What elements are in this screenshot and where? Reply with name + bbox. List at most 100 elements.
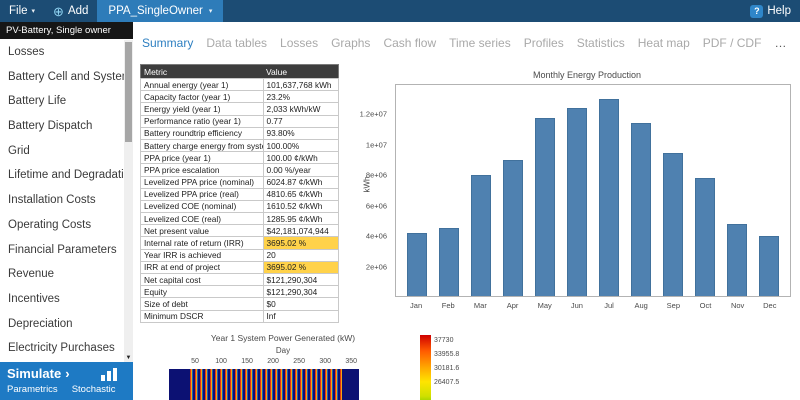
metrics-table-body: Annual energy (year 1) 101,637,768 kWh Cap…	[140, 77, 339, 323]
y-tick-label: 6e+06	[365, 201, 387, 211]
table-row: Battery roundtrip efficiency 93.80%	[140, 126, 339, 140]
sidebar-item-installation-costs[interactable]: Installation Costs	[0, 188, 124, 213]
y-tick-label: 8e+06	[365, 170, 387, 180]
sidebar-item-grid[interactable]: Grid	[0, 139, 124, 164]
stochastic-button[interactable]: Stochastic	[72, 384, 116, 395]
tab-cash-flow[interactable]: Cash flow	[383, 36, 436, 50]
heatmap-x-tick: 150	[241, 358, 253, 365]
metric-name-cell: Battery roundtrip efficiency	[140, 126, 264, 140]
sidebar-item-depreciation[interactable]: Depreciation	[0, 312, 124, 337]
sidebar: PV-Battery, Single owner Losses Battery C…	[0, 22, 134, 362]
heatmap-x-tick: 100	[215, 358, 227, 365]
chart-icon[interactable]	[99, 365, 127, 382]
sidebar-item-revenue[interactable]: Revenue	[0, 262, 124, 287]
colorbar-tick-label: 33955.8	[434, 351, 460, 358]
metric-value-cell: 101,637,768 kWh	[262, 77, 339, 92]
bar-apr	[503, 160, 523, 296]
main-content: Summary Data tables Losses Graphs Cash flow T…	[133, 22, 800, 400]
metric-value-cell: 3695.02 %	[262, 236, 339, 250]
tab-pdf-cdf[interactable]: PDF / CDF	[703, 36, 762, 50]
metric-value-cell: 20	[262, 248, 339, 262]
add-case-button[interactable]: ⊕ Add	[44, 0, 97, 22]
parametrics-button[interactable]: Parametrics	[7, 384, 58, 395]
metric-value-cell: 100.00%	[262, 138, 339, 153]
x-tick-label: Feb	[441, 301, 455, 310]
sidebar-item-lifetime-and-degradation[interactable]: Lifetime and Degradation	[0, 163, 124, 188]
table-row: Capacity factor (year 1) 23.2%	[140, 90, 339, 104]
table-row: Levelized COE (real) 1285.95 ¢/kWh	[140, 212, 339, 226]
table-row: Equity $121,290,304	[140, 285, 339, 299]
simulate-label: Simulate	[7, 366, 62, 381]
help-button[interactable]: ? Help	[741, 0, 800, 22]
case-tab[interactable]: PPA_SingleOwner ▾	[97, 0, 224, 22]
sidebar-item-battery-life[interactable]: Battery Life	[0, 89, 124, 114]
tab-statistics[interactable]: Statistics	[577, 36, 625, 50]
metric-name-cell: Size of debt	[140, 297, 264, 311]
metric-name-cell: Levelized COE (real)	[140, 212, 264, 226]
table-row: Net present value $42,181,074,944	[140, 224, 339, 238]
simulate-options-row: Parametrics Stochastic	[0, 382, 133, 395]
metric-value-cell: 3695.02 %	[262, 260, 339, 275]
metrics-header-row: Metric Value	[140, 64, 339, 79]
value-column-header: Value	[263, 64, 339, 79]
metric-value-cell: 1610.52 ¢/kWh	[262, 199, 339, 214]
y-tick-label: 4e+06	[365, 231, 387, 241]
x-tick-label: Jul	[604, 301, 614, 310]
metric-name-cell: Levelized PPA price (real)	[140, 187, 264, 201]
y-tick-label: 1e+07	[365, 140, 387, 150]
tab-data-tables[interactable]: Data tables	[206, 36, 267, 50]
table-row: Energy yield (year 1) 2,033 kWh/kW	[140, 102, 339, 116]
bar-xlabels: Jan Feb Mar Apr May Jun Jul Aug Sep Oct Nov Dec	[395, 301, 791, 310]
table-row: PPA price escalation 0.00 %/year	[140, 163, 339, 177]
table-row: Performance ratio (year 1) 0.77	[140, 114, 339, 128]
bar-jun	[567, 107, 587, 296]
x-tick-label: Jan	[410, 301, 423, 310]
table-row: Annual energy (year 1) 101,637,768 kWh	[140, 77, 339, 92]
sidebar-item-operating-costs[interactable]: Operating Costs	[0, 213, 124, 238]
table-row: Minimum DSCR Inf	[140, 309, 339, 323]
table-row: IRR at end of project 3695.02 %	[140, 260, 339, 275]
bar-dec	[759, 235, 779, 296]
scrollbar-thumb[interactable]	[125, 42, 132, 142]
sidebar-item-battery-cell-and-system[interactable]: Battery Cell and System	[0, 65, 124, 90]
x-tick-label: Nov	[730, 301, 745, 310]
heatmap-x-tick: 250	[293, 358, 305, 365]
tab-losses[interactable]: Losses	[280, 36, 318, 50]
tab-summary[interactable]: Summary	[142, 36, 193, 50]
heatmap-data-streaks	[189, 369, 342, 400]
sidebar-item-losses[interactable]: Losses	[0, 40, 124, 65]
tab-heat-map[interactable]: Heat map	[638, 36, 690, 50]
metric-value-cell: 4810.65 ¢/kWh	[262, 187, 339, 201]
file-menu[interactable]: File ▾	[0, 0, 44, 22]
tab-profiles[interactable]: Profiles	[524, 36, 564, 50]
metric-value-cell: $42,181,074,944	[262, 224, 339, 238]
metric-name-cell: Net capital cost	[140, 272, 264, 287]
simulate-button[interactable]: Simulate ›	[7, 366, 70, 381]
chevron-right-icon: ›	[65, 366, 70, 381]
sidebar-item-incentives[interactable]: Incentives	[0, 287, 124, 312]
scroll-down-icon[interactable]: ▼	[124, 355, 133, 361]
tab-time-series[interactable]: Time series	[449, 36, 511, 50]
metric-value-cell: $121,290,304	[262, 285, 339, 299]
metric-name-cell: Equity	[140, 285, 264, 299]
sidebar-item-electricity-purchases[interactable]: Electricity Purchases	[0, 336, 124, 361]
tab-graphs[interactable]: Graphs	[331, 36, 370, 50]
tabs-overflow-icon[interactable]: …	[774, 36, 787, 50]
sidebar-item-financial-parameters[interactable]: Financial Parameters	[0, 238, 124, 263]
metric-name-cell: Energy yield (year 1)	[140, 102, 264, 116]
metric-name-cell: Year IRR is achieved	[140, 248, 264, 262]
help-label: Help	[767, 5, 791, 17]
metric-value-cell: Inf	[262, 309, 339, 323]
sidebar-scrollbar[interactable]: ▼	[124, 40, 133, 362]
table-row: Size of debt $0	[140, 297, 339, 311]
case-tab-label: PPA_SingleOwner	[108, 5, 203, 17]
x-tick-label: Apr	[506, 301, 519, 310]
bar-oct	[695, 178, 715, 296]
table-row: Net capital cost $121,290,304	[140, 272, 339, 287]
simulate-panel: Simulate › Parametrics Stochastic	[0, 362, 133, 400]
sidebar-item-battery-dispatch[interactable]: Battery Dispatch	[0, 114, 124, 139]
heatmap-xticks: 50 100 150 200 250 300 350	[169, 358, 359, 367]
bar-mar	[471, 175, 491, 296]
metric-value-cell: 1285.95 ¢/kWh	[262, 212, 339, 226]
